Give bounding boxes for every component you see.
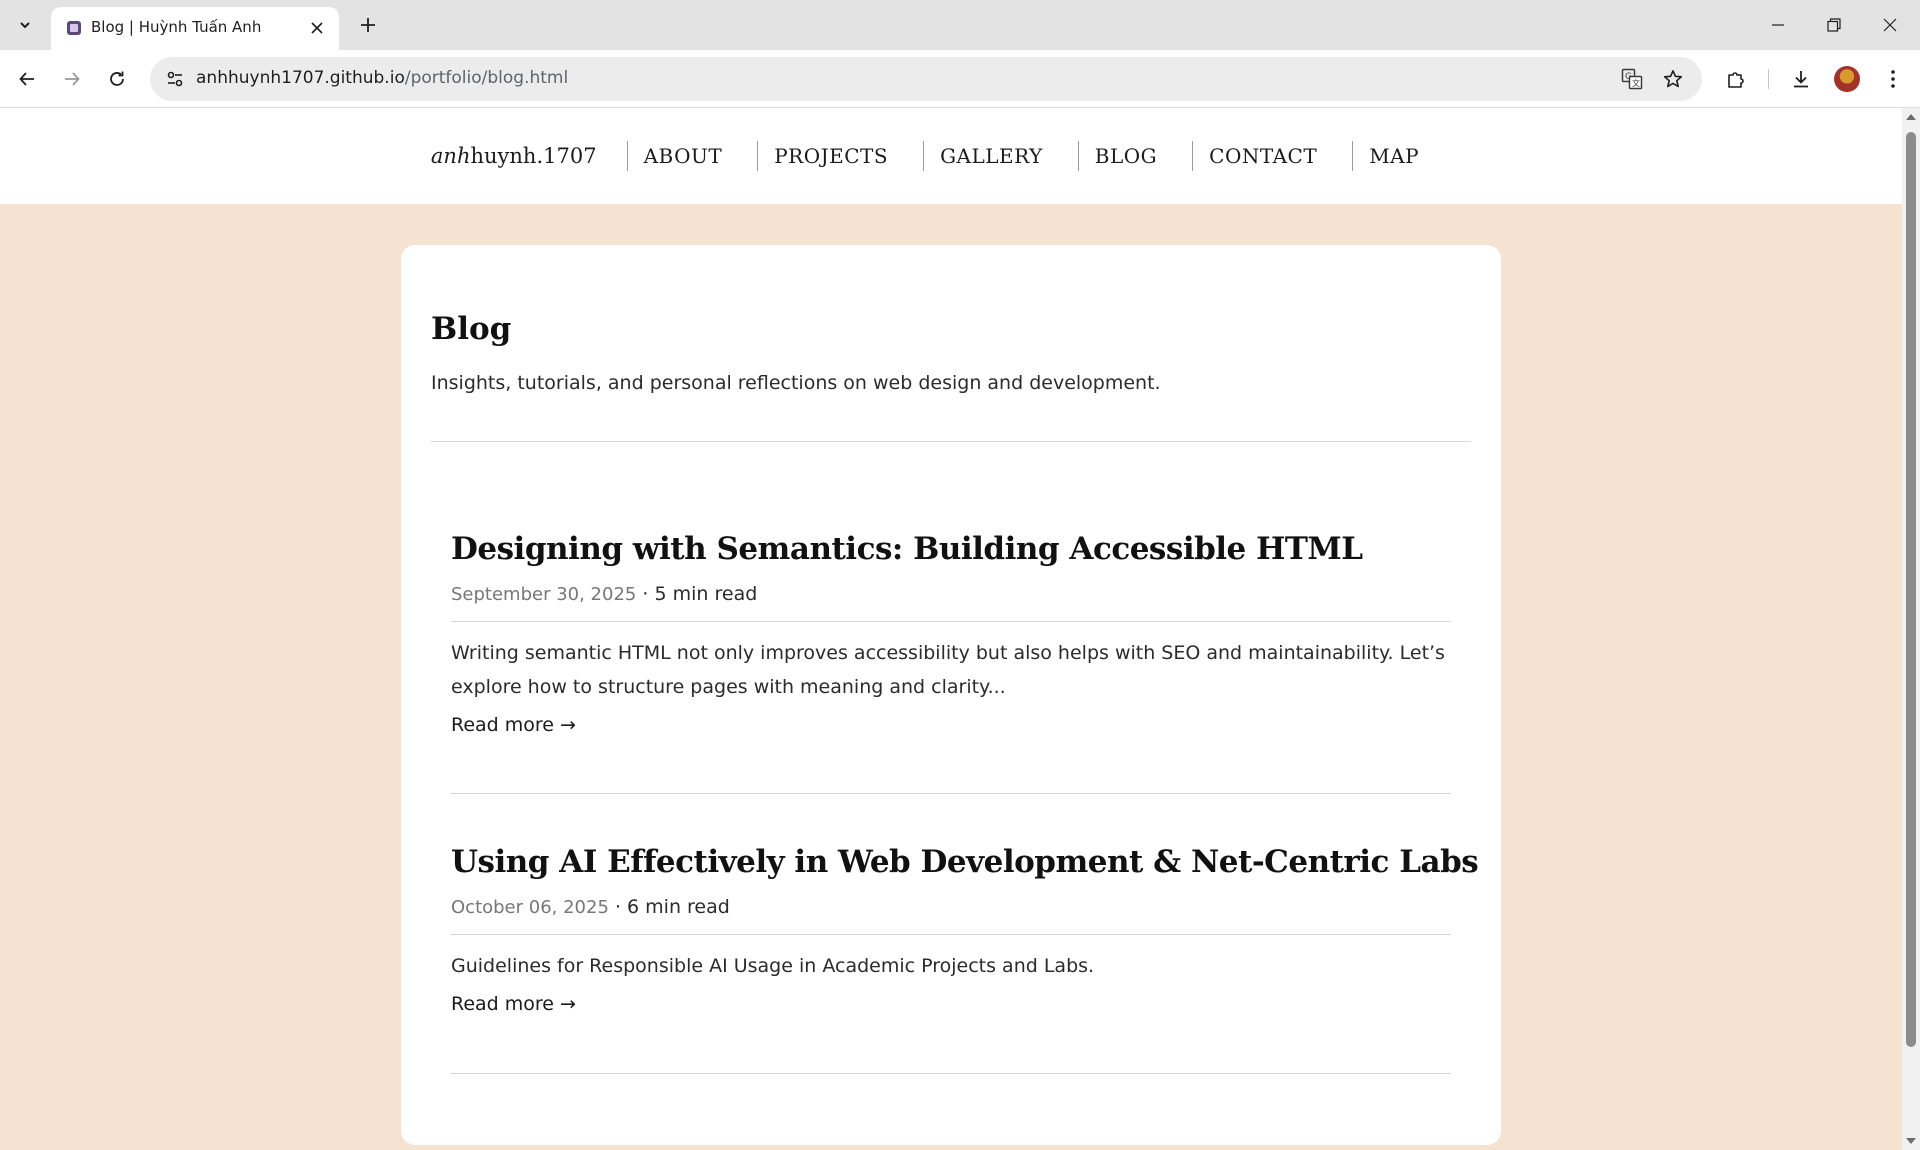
downloads-button[interactable] (1784, 62, 1818, 96)
tune-icon (167, 71, 183, 87)
close-icon (1883, 18, 1897, 32)
forward-button[interactable] (55, 62, 89, 96)
tab-search-button[interactable] (7, 8, 43, 42)
site-info-button[interactable] (158, 62, 192, 96)
browser-menu-button[interactable] (1876, 62, 1910, 96)
nav-link-contact[interactable]: CONTACT (1192, 141, 1352, 171)
blog-card: Blog Insights, tutorials, and personal r… (401, 245, 1501, 1145)
nav-link-gallery[interactable]: GALLERY (923, 141, 1078, 171)
plus-icon (361, 18, 375, 32)
brand-rest: huynh.1707 (470, 144, 597, 168)
svg-text:文: 文 (1632, 78, 1640, 88)
toolbar-separator (1768, 69, 1769, 89)
post-date: September 30, 2025 (451, 584, 637, 605)
minimize-button[interactable] (1755, 6, 1801, 44)
page-subtitle: Insights, tutorials, and personal reflec… (431, 372, 1161, 394)
divider (431, 441, 1471, 442)
post-date: October 06, 2025 (451, 897, 609, 918)
avatar (1834, 66, 1860, 92)
browser-tab-bar: Blog | Huỳnh Tuấn Anh (0, 0, 1920, 50)
close-window-button[interactable] (1867, 6, 1913, 44)
arrow-left-icon (19, 72, 34, 86)
nav-link-map[interactable]: MAP (1352, 141, 1419, 171)
post-excerpt: Guidelines for Responsible AI Usage in A… (451, 955, 1095, 977)
blog-post: Designing with Semantics: Building Acces… (451, 531, 1451, 736)
tab-title: Blog | Huỳnh Tuấn Anh (91, 18, 262, 36)
browser-tab-active[interactable]: Blog | Huỳnh Tuấn Anh (51, 7, 339, 50)
arrow-right-icon (65, 72, 80, 86)
post-meta: September 30, 2025 · 5 min read (451, 583, 1451, 605)
divider (451, 934, 1451, 935)
chevron-down-icon (20, 22, 30, 29)
nav-link-projects[interactable]: PROJECTS (757, 141, 923, 171)
nav-link-about[interactable]: ABOUT (626, 141, 758, 171)
tab-close-button[interactable] (305, 16, 329, 40)
page-scrollbar[interactable] (1902, 108, 1920, 1150)
browser-toolbar: anhhuynh1707.github.io/portfolio/blog.ht… (0, 50, 1920, 108)
post-title[interactable]: Using AI Effectively in Web Development … (451, 844, 1479, 880)
site-header: anhhuynh.1707 ABOUT PROJECTS GALLERY BLO… (0, 108, 1902, 204)
restore-icon (1827, 18, 1841, 32)
new-tab-button[interactable] (351, 8, 385, 42)
blog-post: Using AI Effectively in Web Development … (451, 844, 1479, 1015)
site-nav: anhhuynh.1707 ABOUT PROJECTS GALLERY BLO… (0, 108, 1902, 204)
site-favicon-icon (67, 21, 81, 35)
star-icon (1663, 70, 1683, 88)
read-more-link[interactable]: Read more → (451, 714, 576, 736)
post-title[interactable]: Designing with Semantics: Building Acces… (451, 531, 1451, 567)
more-vertical-icon (1891, 70, 1895, 88)
bookmark-button[interactable] (1656, 62, 1690, 96)
post-meta: October 06, 2025 · 6 min read (451, 896, 1451, 918)
url-host: anhhuynh1707.github.io (196, 68, 405, 88)
divider (451, 621, 1451, 622)
post-read-time: · 6 min read (608, 896, 730, 918)
nav-link-blog[interactable]: BLOG (1077, 141, 1192, 171)
profile-button[interactable] (1830, 62, 1864, 96)
address-bar[interactable]: anhhuynh1707.github.io/portfolio/blog.ht… (150, 57, 1702, 101)
divider (451, 793, 1451, 794)
puzzle-icon (1728, 72, 1744, 88)
scrollbar-thumb[interactable] (1906, 132, 1916, 1047)
page-viewport: anhhuynh.1707 ABOUT PROJECTS GALLERY BLO… (0, 108, 1902, 1150)
translate-button[interactable]: G文 (1615, 62, 1649, 96)
page-title: Blog (431, 311, 512, 347)
brand-italic: anh (430, 144, 471, 168)
translate-icon: G文 (1621, 68, 1643, 90)
scroll-up-arrow-icon[interactable] (1906, 114, 1916, 120)
restore-button[interactable] (1811, 6, 1857, 44)
divider (451, 1073, 1451, 1074)
url-path: /portfolio/blog.html (404, 68, 569, 88)
url-text: anhhuynh1707.github.io/portfolio/blog.ht… (196, 68, 568, 88)
extensions-button[interactable] (1719, 62, 1753, 96)
scroll-down-arrow-icon[interactable] (1906, 1138, 1916, 1144)
download-icon (1794, 71, 1808, 88)
close-icon (311, 22, 323, 34)
post-read-time: · 5 min read (636, 583, 758, 605)
back-button[interactable] (10, 62, 44, 96)
minimize-icon (1772, 24, 1784, 26)
read-more-link[interactable]: Read more → (451, 993, 576, 1015)
reload-button[interactable] (100, 62, 134, 96)
reload-icon (110, 71, 124, 86)
site-logo[interactable]: anhhuynh.1707 (431, 144, 627, 168)
post-excerpt: Writing semantic HTML not only improves … (451, 642, 1445, 698)
